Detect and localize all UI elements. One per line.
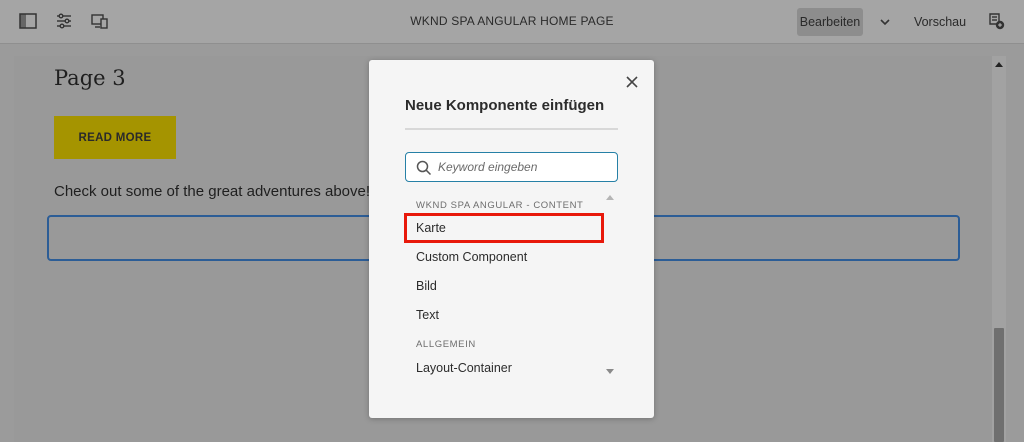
search-field[interactable] (405, 152, 618, 182)
mode-dropdown-button[interactable] (875, 8, 895, 36)
page-title-label: WKND SPA ANGULAR HOME PAGE (410, 14, 614, 28)
page-scrollbar[interactable] (992, 56, 1006, 442)
read-more-button[interactable]: READ MORE (54, 116, 176, 159)
list-scrollbar[interactable] (603, 192, 618, 382)
scroll-up-arrow-icon[interactable] (992, 58, 1006, 70)
list-item-layout-container[interactable]: Layout-Container (405, 354, 603, 382)
dialog-title: Neue Komponente einfügen (405, 97, 605, 114)
list-item-text[interactable]: Text (405, 301, 603, 329)
group-heading: WKND SPA ANGULAR - CONTENT (416, 200, 584, 211)
list-item-bild[interactable]: Bild (405, 272, 603, 300)
scroll-thumb[interactable] (994, 328, 1004, 442)
group-heading: ALLGEMEIN (416, 339, 476, 350)
list-item-karte[interactable]: Karte (404, 213, 604, 243)
search-icon (416, 160, 432, 176)
editor-toolbar: WKND SPA ANGULAR HOME PAGE Bearbeiten Vo… (0, 0, 1024, 44)
close-icon[interactable] (624, 74, 640, 90)
page-heading: Page 3 (54, 66, 126, 90)
search-input[interactable] (438, 157, 614, 177)
scroll-down-arrow-icon[interactable] (606, 369, 614, 374)
divider (405, 128, 618, 130)
chevron-down-icon (880, 18, 890, 25)
edit-mode-button[interactable]: Bearbeiten (797, 8, 863, 36)
emulator-icon[interactable] (90, 11, 110, 31)
page-properties-icon[interactable] (54, 11, 74, 31)
scroll-up-arrow-icon[interactable] (606, 195, 614, 200)
preview-button[interactable]: Vorschau (908, 8, 972, 36)
component-list: WKND SPA ANGULAR - CONTENT Karte Custom … (404, 192, 618, 382)
list-item-custom-component[interactable]: Custom Component (405, 243, 603, 271)
sidebar-toggle-icon[interactable] (18, 11, 38, 31)
page-body-text: Check out some of the great adventures a… (54, 183, 371, 200)
insert-component-dialog: Neue Komponente einfügen WKND SPA ANGULA… (369, 60, 654, 418)
annotations-icon[interactable] (986, 11, 1006, 31)
